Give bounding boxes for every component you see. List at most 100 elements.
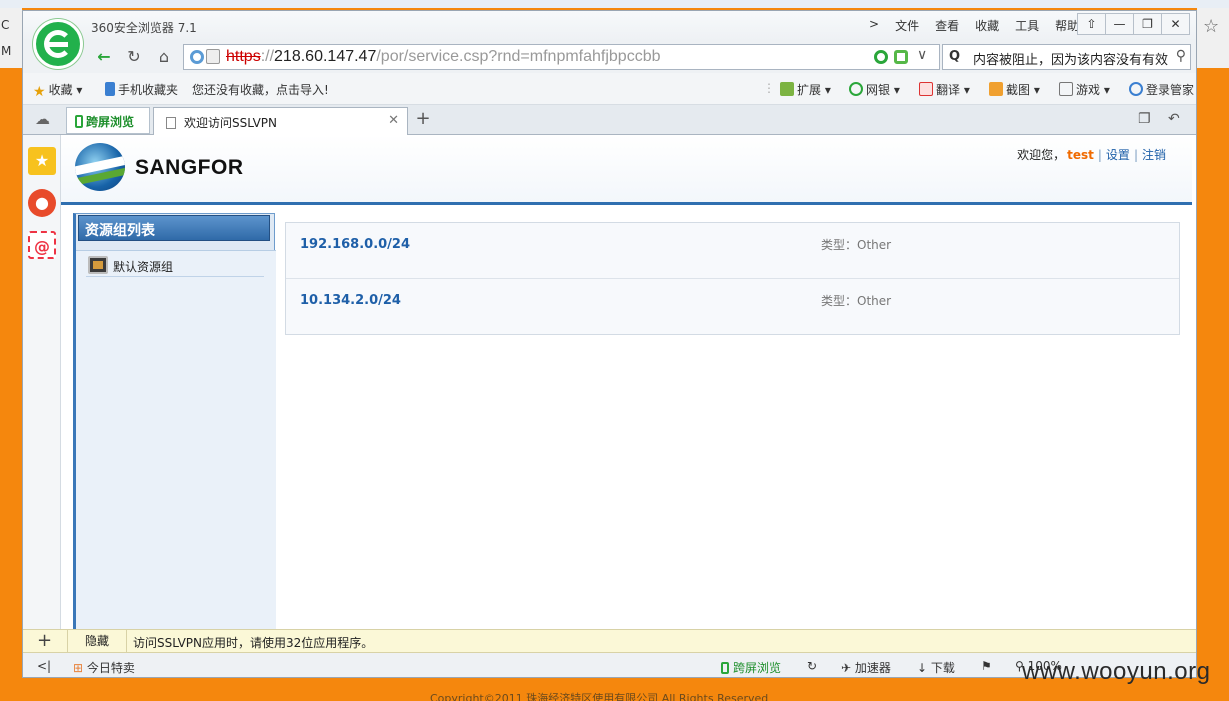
address-row: ← ↻ ⌂ https://218.60.147.47/por/service.… bbox=[23, 41, 1196, 73]
resource-type: 类型：Other bbox=[821, 294, 892, 308]
restore-tabs-icon[interactable]: ❐ bbox=[1138, 111, 1151, 127]
page-icon bbox=[166, 117, 176, 129]
notification-bar: + 隐藏 访问SSLVPN应用时，请使用32位应用程序。 bbox=[23, 629, 1196, 653]
key-icon bbox=[1129, 82, 1143, 96]
scissors-icon bbox=[989, 82, 1003, 96]
minimize-button[interactable]: — bbox=[1105, 13, 1134, 35]
phone-icon bbox=[721, 662, 729, 674]
sidebar-favorites-star-icon[interactable]: ★ bbox=[28, 147, 56, 175]
panel-title: 资源组列表 bbox=[78, 215, 270, 241]
translate-icon bbox=[919, 82, 933, 96]
refresh-status-icon[interactable]: ↻ bbox=[807, 659, 817, 673]
menu-favorites[interactable]: 收藏 bbox=[967, 17, 1007, 34]
brand-name: SANGFOR bbox=[135, 156, 244, 179]
resource-group-list: 默认资源组 bbox=[76, 250, 276, 629]
refresh-icon[interactable]: ↻ bbox=[123, 46, 145, 68]
title-bar: 360安全浏览器 7.1 > 文件 查看 收藏 工具 帮助 ⇧ — ❐ ✕ bbox=[23, 11, 1196, 41]
vpn-page: SANGFOR 欢迎您， test | 设置 | 注销 资源组列表 默认资源组 192.1… bbox=[61, 135, 1192, 629]
folder-icon bbox=[88, 256, 108, 274]
separator-icon: ⋮ bbox=[763, 81, 775, 95]
menu-view[interactable]: 查看 bbox=[927, 17, 967, 34]
menu-bar: > 文件 查看 收藏 工具 帮助 bbox=[861, 17, 1087, 34]
background-copyright: Copyright©2011 珠海经济特区使用有限公司 All Rights R… bbox=[430, 692, 769, 701]
mail-at-icon[interactable]: @ bbox=[28, 231, 56, 259]
sidebar: ★ ● @ bbox=[23, 135, 61, 629]
page-header: SANGFOR 欢迎您， test | 设置 | 注销 bbox=[61, 135, 1192, 205]
extensions-icon bbox=[780, 82, 794, 96]
settings-link[interactable]: 设置 bbox=[1106, 148, 1130, 162]
hide-notification-button[interactable]: 隐藏 bbox=[67, 630, 127, 652]
today-deal[interactable]: ⊞ 今日特卖 bbox=[73, 659, 135, 676]
undo-close-icon[interactable]: ↶ bbox=[1168, 111, 1180, 127]
screenshot-menu[interactable]: 截图 ▾ bbox=[989, 81, 1040, 98]
bg-letter: C bbox=[1, 18, 10, 32]
site-info-icon[interactable] bbox=[190, 50, 204, 64]
resource-row[interactable]: 10.134.2.0/24 类型：Other bbox=[286, 279, 1179, 335]
close-window-button[interactable]: ✕ bbox=[1161, 13, 1190, 35]
star-icon: ★ bbox=[33, 84, 46, 100]
translate-menu[interactable]: 翻译 ▾ bbox=[919, 81, 970, 98]
skin-button[interactable]: ⇧ bbox=[1077, 13, 1106, 35]
resource-row[interactable]: 192.168.0.0/24 类型：Other bbox=[286, 223, 1179, 279]
search-box[interactable]: Q 内容被阻止，因为该内容没有有效 ⚲ bbox=[942, 44, 1191, 70]
resource-name[interactable]: 10.134.2.0/24 bbox=[300, 293, 401, 308]
extensions-menu[interactable]: 扩展 ▾ bbox=[780, 81, 831, 98]
background-window-left: C M bbox=[0, 8, 22, 68]
menu-tools[interactable]: 工具 bbox=[1007, 17, 1047, 34]
notification-message: 访问SSLVPN应用时，请使用32位应用程序。 bbox=[133, 636, 374, 650]
maximize-button[interactable]: ❐ bbox=[1133, 13, 1162, 35]
welcome-text: 欢迎您， bbox=[1017, 148, 1066, 162]
import-favorites-hint[interactable]: 您还没有收藏，点击导入! bbox=[192, 81, 329, 98]
search-engine-icon[interactable]: Q bbox=[949, 49, 960, 64]
favorites-menu[interactable]: ★ 收藏 ▾ bbox=[33, 81, 82, 100]
shield-icon bbox=[849, 82, 863, 96]
broken-lock-icon[interactable] bbox=[206, 49, 220, 64]
resource-group-panel: 资源组列表 默认资源组 bbox=[73, 213, 276, 629]
search-input[interactable]: 内容被阻止，因为该内容没有有效 bbox=[973, 49, 1168, 68]
resource-name[interactable]: 192.168.0.0/24 bbox=[300, 237, 410, 252]
speed-mode-icon[interactable] bbox=[874, 50, 888, 64]
collapse-sidebar-icon[interactable]: <| bbox=[37, 659, 51, 673]
gift-icon: ⊞ bbox=[73, 661, 84, 675]
tab-bar: ☁ 跨屏浏览 欢迎访问SSLVPN ✕ + ❐ ↶ bbox=[23, 105, 1196, 135]
status-cross-screen[interactable]: 跨屏浏览 bbox=[721, 659, 781, 676]
mobile-favorites[interactable]: 手机收藏夹 bbox=[105, 81, 178, 98]
back-arrow-icon[interactable]: ← bbox=[93, 46, 115, 68]
logout-link[interactable]: 注销 bbox=[1142, 148, 1166, 162]
user-bar: 欢迎您， test | 设置 | 注销 bbox=[1017, 148, 1166, 162]
accelerator[interactable]: ✈ 加速器 bbox=[841, 659, 891, 676]
close-tab-icon[interactable]: ✕ bbox=[388, 113, 399, 128]
background-window-right: ☆ bbox=[1197, 8, 1229, 68]
url-text[interactable]: https://218.60.147.47/por/service.csp?rn… bbox=[226, 48, 661, 66]
cloud-icon[interactable]: ☁ bbox=[35, 110, 50, 128]
resource-list: 192.168.0.0/24 类型：Other 10.134.2.0/24 类型… bbox=[285, 222, 1180, 335]
online-banking-menu[interactable]: 网银 ▾ bbox=[849, 81, 900, 98]
login-manager[interactable]: 登录管家 bbox=[1129, 81, 1194, 98]
flag-icon[interactable]: ⚑ bbox=[981, 659, 992, 673]
phone-icon bbox=[105, 82, 115, 96]
resource-group-name: 默认资源组 bbox=[113, 260, 174, 274]
tab-sslvpn[interactable]: 欢迎访问SSLVPN ✕ bbox=[153, 107, 408, 135]
chevron-down-icon[interactable]: ∨ bbox=[917, 47, 927, 63]
menu-file[interactable]: 文件 bbox=[887, 17, 927, 34]
gamepad-icon bbox=[1059, 82, 1073, 96]
window-controls: ⇧ — ❐ ✕ bbox=[1077, 13, 1190, 35]
username: test bbox=[1067, 148, 1094, 162]
address-bar[interactable]: https://218.60.147.47/por/service.csp?rn… bbox=[183, 44, 940, 70]
browser-logo[interactable] bbox=[33, 19, 83, 69]
resource-group-item[interactable]: 默认资源组 bbox=[86, 253, 264, 277]
tab-cross-screen[interactable]: 跨屏浏览 bbox=[66, 107, 150, 134]
add-icon[interactable]: + bbox=[37, 630, 52, 651]
search-icon[interactable]: ⚲ bbox=[1173, 48, 1186, 64]
ie-mode-icon[interactable] bbox=[894, 50, 908, 64]
home-icon[interactable]: ⌂ bbox=[153, 46, 175, 68]
games-menu[interactable]: 游戏 ▾ bbox=[1059, 81, 1110, 98]
weibo-icon[interactable]: ● bbox=[28, 189, 56, 217]
download[interactable]: ↓ 下载 bbox=[917, 659, 955, 676]
new-tab-button[interactable]: + bbox=[411, 107, 435, 131]
desktop-top-strip bbox=[0, 0, 1229, 8]
browser-window: 360安全浏览器 7.1 > 文件 查看 收藏 工具 帮助 ⇧ — ❐ ✕ ← … bbox=[22, 10, 1197, 678]
bookmark-bar: ★ 收藏 ▾ 手机收藏夹 您还没有收藏，点击导入! ⋮ 扩展 ▾ 网银 ▾ 翻译 … bbox=[23, 73, 1196, 105]
phone-icon bbox=[75, 115, 83, 128]
menu-more[interactable]: > bbox=[861, 17, 887, 34]
